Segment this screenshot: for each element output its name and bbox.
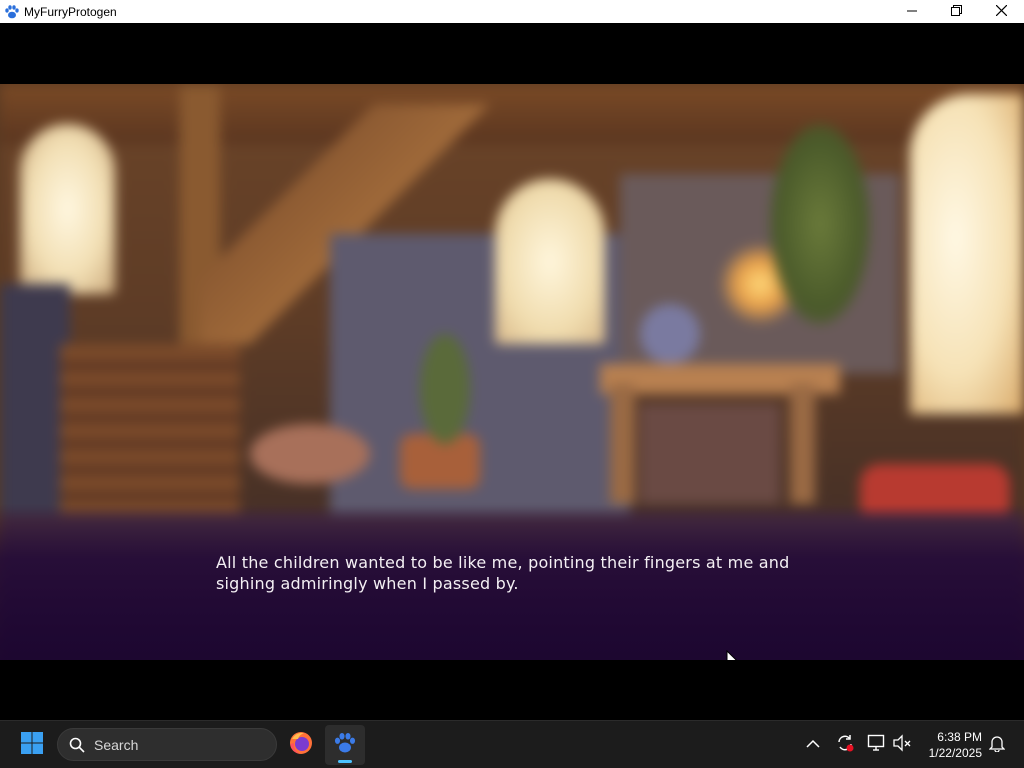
taskbar-search[interactable]: Search (57, 728, 277, 761)
restore-icon (951, 4, 962, 19)
taskbar-clock[interactable]: 6:38 PM 1/22/2025 (929, 729, 982, 761)
taskbar-app-myfurryprotogen[interactable] (325, 725, 365, 765)
sync-icon (835, 733, 855, 758)
window-title: MyFurryProtogen (24, 4, 117, 19)
game-scene[interactable]: All the children wanted to be like me, p… (0, 84, 1024, 660)
notifications-button[interactable] (985, 733, 1009, 757)
restore-button[interactable] (934, 0, 979, 23)
firefox-icon (288, 730, 314, 761)
minimize-icon (906, 5, 917, 19)
minimize-button[interactable] (889, 0, 934, 23)
paw-icon (333, 731, 357, 760)
window-controls (889, 0, 1024, 23)
dialogue-text: All the children wanted to be like me, p… (216, 553, 790, 593)
tray-volume[interactable] (890, 733, 914, 757)
tray-network[interactable] (865, 733, 889, 757)
clock-date: 1/22/2025 (928, 746, 982, 760)
search-label: Search (94, 736, 139, 753)
chevron-up-icon (806, 736, 820, 754)
game-viewport[interactable]: All the children wanted to be like me, p… (0, 23, 1024, 720)
search-icon (68, 736, 86, 754)
bell-icon (988, 734, 1006, 757)
window-titlebar: MyFurryProtogen (0, 0, 1024, 23)
display-icon (867, 734, 887, 757)
mouse-cursor-icon (726, 649, 738, 660)
speaker-muted-icon (892, 733, 912, 757)
taskbar: Search 6:38 PM 1/22/2025 (0, 720, 1024, 768)
tray-sync[interactable] (833, 733, 857, 757)
clock-time: 6:38 PM (937, 730, 982, 744)
paw-icon (3, 3, 21, 21)
close-icon (995, 4, 1008, 19)
close-button[interactable] (979, 0, 1024, 23)
active-app-indicator (338, 760, 352, 763)
start-button[interactable] (14, 729, 50, 761)
taskbar-app-firefox[interactable] (281, 725, 321, 765)
windows-logo-icon (20, 731, 44, 760)
show-hidden-icons-button[interactable] (801, 733, 825, 757)
